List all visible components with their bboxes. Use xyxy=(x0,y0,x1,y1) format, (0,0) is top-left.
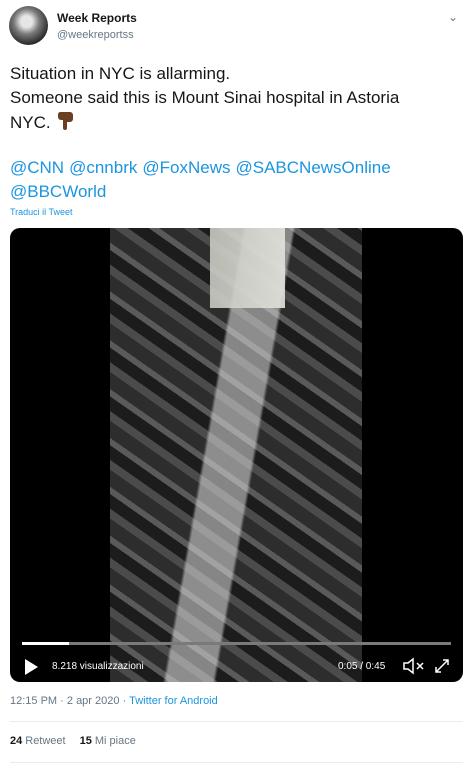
translate-link[interactable]: Traduci il Tweet xyxy=(10,207,73,217)
view-count: 8.218 visualizzazioni xyxy=(52,661,144,672)
tweet-time[interactable]: 12:15 PM xyxy=(10,695,57,707)
video-controls: 8.218 visualizzazioni 0:05 / 0:45 xyxy=(10,634,463,682)
retweets-count: 24 xyxy=(10,735,23,747)
pointing-down-emoji xyxy=(57,110,75,137)
divider xyxy=(10,762,463,763)
mention-link[interactable]: @CNN xyxy=(10,158,64,177)
tweet-date[interactable]: 2 apr 2020 xyxy=(67,695,120,707)
mute-icon[interactable] xyxy=(402,656,426,676)
video-time: 0:05 / 0:45 xyxy=(338,661,386,672)
progress-bar[interactable] xyxy=(22,642,451,645)
author-handle[interactable]: @weekreportss xyxy=(57,29,134,41)
retweets-label: Retweet xyxy=(25,735,66,747)
mention-link[interactable]: @BBCWorld xyxy=(10,182,106,201)
play-icon[interactable] xyxy=(25,659,38,675)
meta-separator: · xyxy=(122,695,127,707)
tweet-header: Week Reports @weekreportss ⌄ xyxy=(9,6,464,46)
mention-link[interactable]: @FoxNews xyxy=(142,158,230,177)
chevron-down-icon[interactable]: ⌄ xyxy=(444,8,462,26)
tweet-line-1: Situation in NYC is allarming. xyxy=(10,64,231,83)
likes-stat[interactable]: 15 Mi piace xyxy=(80,735,136,747)
mention-link[interactable]: @SABCNewsOnline xyxy=(236,158,391,177)
tweet-line-3: NYC. xyxy=(10,110,460,137)
video-player[interactable]: 8.218 visualizzazioni 0:05 / 0:45 xyxy=(10,228,463,682)
video-frame[interactable] xyxy=(110,228,362,682)
likes-count: 15 xyxy=(79,735,92,747)
mentions: @CNN @cnnbrk @FoxNews @SABCNewsOnline @BBCWo… xyxy=(10,156,460,204)
mention-link[interactable]: @cnnbrk xyxy=(69,158,137,177)
tweet-meta: 12:15 PM · 2 apr 2020 · Twitter for Andr… xyxy=(10,695,218,707)
tweet-stats: 24 Retweet 15 Mi piace xyxy=(10,735,136,747)
progress-fill xyxy=(22,642,70,645)
tweet-line-2: Someone said this is Mount Sinai hospita… xyxy=(10,88,400,107)
retweets-stat[interactable]: 24 Retweet xyxy=(10,735,66,747)
tweet-line-3-text: NYC. xyxy=(10,112,51,132)
avatar[interactable] xyxy=(9,6,48,45)
source-link[interactable]: Twitter for Android xyxy=(129,695,218,707)
divider xyxy=(10,721,463,722)
meta-separator: · xyxy=(60,695,64,707)
expand-icon[interactable] xyxy=(433,657,451,675)
tweet-text: Situation in NYC is allarming. Someone s… xyxy=(10,62,460,137)
likes-label: Mi piace xyxy=(94,735,136,747)
author-name[interactable]: Week Reports xyxy=(57,11,137,25)
